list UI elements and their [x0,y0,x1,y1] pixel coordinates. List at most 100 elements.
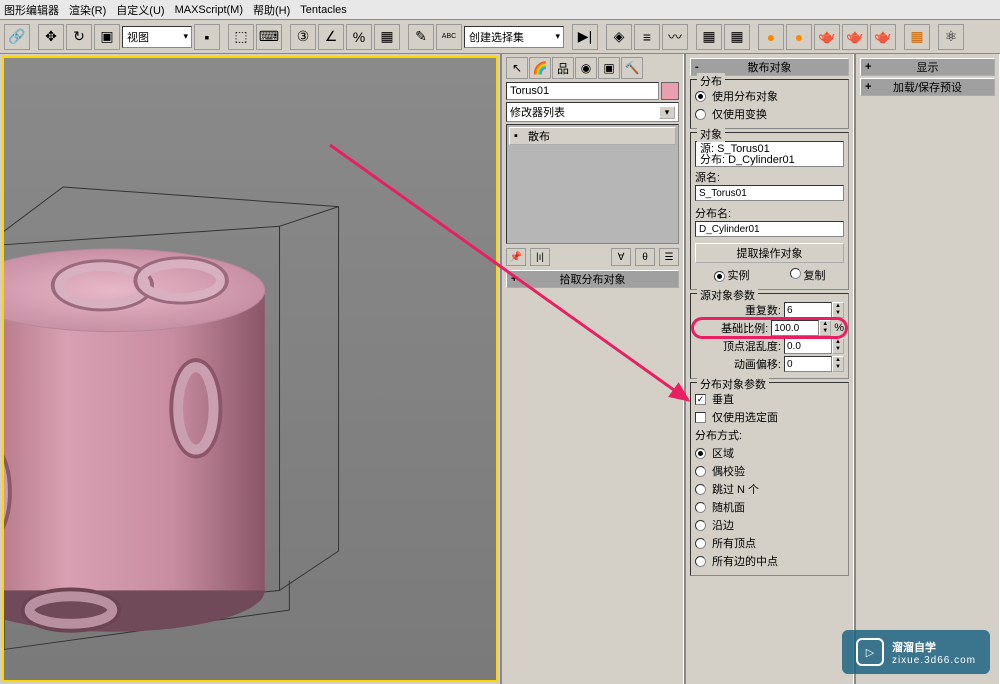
radio-use-dist-obj[interactable]: 使用分布对象 [695,88,844,104]
modifier-stack[interactable]: ▪ 散布 [506,124,679,244]
expand-icon[interactable]: ▪ [514,130,524,142]
expand-icon: + [865,61,871,73]
render-icon[interactable]: 🫖 [842,24,868,50]
rotate-icon[interactable]: ↻ [66,24,92,50]
radio-copy[interactable]: 复制 [790,267,826,283]
display-tab-icon[interactable]: ▣ [598,57,620,79]
radio-area[interactable]: 区域 [695,445,844,461]
pin-stack-icon[interactable]: 📌 [506,248,526,266]
rollout-pick-distribution[interactable]: + 拾取分布对象 [506,270,679,288]
base-scale-spinner[interactable]: ▲▼ [771,320,831,336]
pivot-icon[interactable]: ▪ [194,24,220,50]
radio-instance[interactable]: 实例 [714,267,750,283]
anim-offset-spinner[interactable]: ▲▼ [784,356,844,372]
object-color-swatch[interactable] [661,82,679,100]
quick-render-icon[interactable]: 🫖 [814,24,840,50]
menu-bar: 图形编辑器 渲染(R) 自定义(U) MAXScript(M) 帮助(H) Te… [0,0,1000,20]
modifier-list-dropdown[interactable]: 修改器列表 [506,102,679,122]
stack-item-scatter[interactable]: ▪ 散布 [509,127,676,145]
menu-item[interactable]: 渲染(R) [69,2,106,18]
scale-icon[interactable]: ▣ [94,24,120,50]
make-unique-icon[interactable]: ∀ [611,248,631,266]
radio-icon[interactable] [695,448,706,459]
extract-operand-button[interactable]: 提取操作对象 [695,243,844,263]
move-icon[interactable]: ✥ [38,24,64,50]
curve-editor-icon[interactable]: 〰 [662,24,688,50]
remove-modifier-icon[interactable]: θ [635,248,655,266]
radio-icon[interactable] [695,109,706,120]
arrow-icon[interactable]: ↖ [506,57,528,79]
radio-icon[interactable] [695,484,706,495]
modify-tab-icon[interactable]: 🌈 [529,57,551,79]
layers-icon[interactable]: ≡ [634,24,660,50]
grid-icon[interactable]: ▦ [904,24,930,50]
radio-icon[interactable] [695,520,706,531]
radio-icon[interactable] [695,91,706,102]
radio-random-faces[interactable]: 随机面 [695,499,844,515]
hierarchy-tab-icon[interactable]: 品 [552,57,574,79]
vertex-chaos-spinner[interactable]: ▲▼ [784,338,844,354]
checkbox-icon[interactable] [695,394,706,405]
menu-item[interactable]: MAXScript(M) [175,4,243,16]
radio-skip-n[interactable]: 跳过 N 个 [695,481,844,497]
objects-group: 对象 源: S_Torus01 分布: D_Cylinder01 源名: 分布名… [690,132,849,290]
rollout-load-save[interactable]: + 加载/保存预设 [860,78,995,96]
radio-transforms-only[interactable]: 仅使用变换 [695,106,844,122]
rollout-display[interactable]: + 显示 [860,58,995,76]
link-icon[interactable]: 🔗 [4,24,30,50]
distribution-group: 分布 使用分布对象 仅使用变换 [690,79,849,129]
render-prod-icon[interactable]: 🫖 [870,24,896,50]
source-name-input[interactable] [695,185,844,201]
radio-icon[interactable] [695,538,706,549]
checkbox-icon[interactable] [695,412,706,423]
motion-tab-icon[interactable]: ◉ [575,57,597,79]
radio-all-edge-centers[interactable]: 所有边的中点 [695,553,844,569]
menu-item[interactable]: 图形编辑器 [4,2,59,18]
perspective-viewport[interactable] [2,56,498,682]
align-icon[interactable]: ◈ [606,24,632,50]
show-end-result-icon[interactable]: |ı| [530,248,550,266]
duplicates-spinner[interactable]: ▲▼ [784,302,844,318]
object-name-input[interactable] [506,82,659,100]
dist-method-label: 分布方式: [695,430,742,442]
radio-along-edges[interactable]: 沿边 [695,517,844,533]
radio-icon[interactable] [695,556,706,567]
radio-icon[interactable] [695,502,706,513]
mirror-icon[interactable]: ▶| [572,24,598,50]
radio-icon[interactable] [695,466,706,477]
snap-3d-icon[interactable]: ③ [290,24,316,50]
edit-named-sel-icon[interactable]: ✎ [408,24,434,50]
keyboard-shortcut-icon[interactable]: ⌨ [256,24,282,50]
radio-all-vertices[interactable]: 所有顶点 [695,535,844,551]
radio-even[interactable]: 偶校验 [695,463,844,479]
menu-item[interactable]: 自定义(U) [116,2,164,18]
reference-coord-dropdown[interactable]: 视图 [122,26,192,48]
abc-icon[interactable]: ABC [436,24,462,50]
command-panel: ↖ 🌈 品 ◉ ▣ 🔨 修改器列表 ▪ 散布 📌 [500,54,1000,684]
utilities-tab-icon[interactable]: 🔨 [621,57,643,79]
menu-item[interactable]: 帮助(H) [253,2,290,18]
radio-icon[interactable] [790,268,801,279]
collapse-icon: - [695,61,699,73]
reactor-icon[interactable]: ⚛ [938,24,964,50]
stack-toolbar: 📌 |ı| ∀ θ ☰ [504,246,681,268]
render-frame-icon[interactable]: ● [786,24,812,50]
dist-name-input[interactable] [695,221,844,237]
menu-item[interactable]: Tentacles [300,4,346,16]
check-use-selected-faces[interactable]: 仅使用选定面 [695,409,844,425]
spinner-snap-icon[interactable]: ▦ [374,24,400,50]
angle-snap-icon[interactable]: ∠ [318,24,344,50]
dist-params-group: 分布对象参数 垂直 仅使用选定面 分布方式: 区域 偶校验 跳过 N 个 随机面… [690,382,849,576]
material-editor-icon[interactable]: ▦ [724,24,750,50]
percent-snap-icon[interactable]: % [346,24,372,50]
object-name-row [506,82,679,100]
render-setup-icon[interactable]: ● [758,24,784,50]
named-selection-dropdown[interactable]: 创建选择集 [464,26,564,48]
radio-icon[interactable] [714,271,725,282]
duplicates-label: 重复数: [745,302,781,318]
check-perpendicular[interactable]: 垂直 [695,391,844,407]
configure-sets-icon[interactable]: ☰ [659,248,679,266]
select-manipulate-icon[interactable]: ⬚ [228,24,254,50]
objects-list[interactable]: 源: S_Torus01 分布: D_Cylinder01 [695,141,844,167]
schematic-view-icon[interactable]: ▦ [696,24,722,50]
